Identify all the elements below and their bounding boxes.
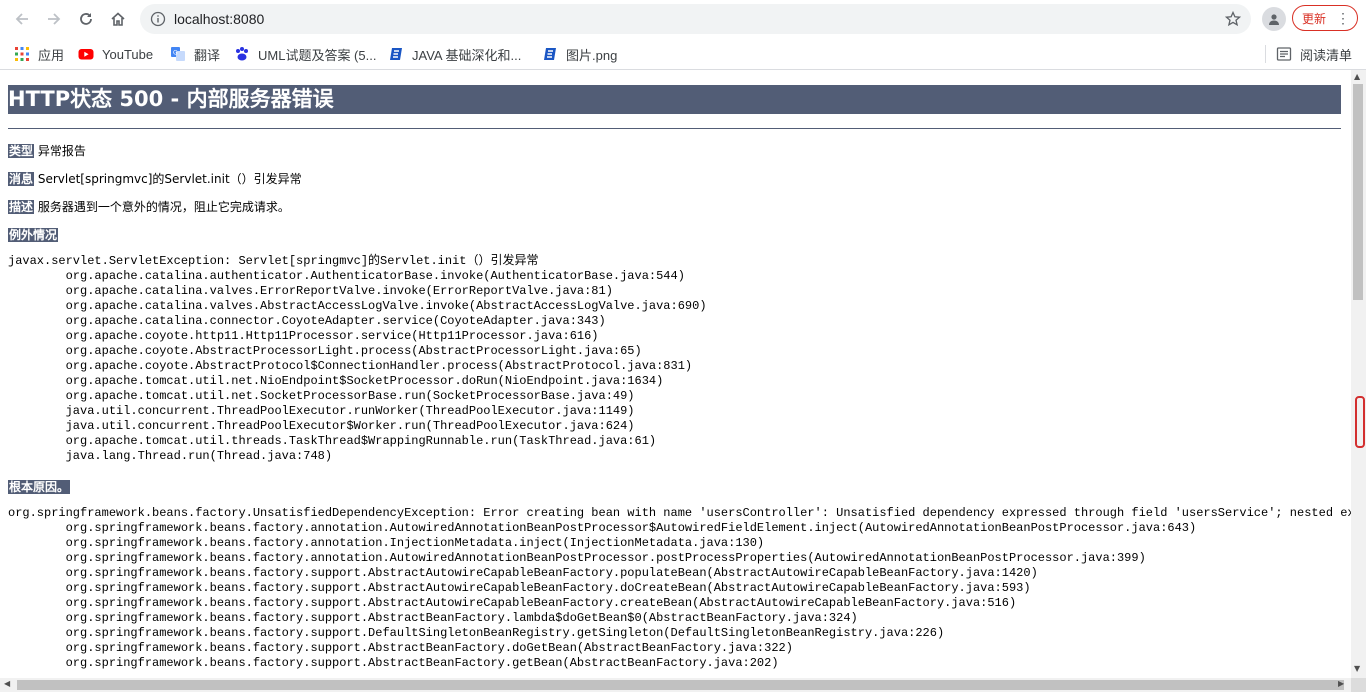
horizontal-scrollbar[interactable]: ◀ ▶ xyxy=(0,678,1351,692)
bookmark-label: UML试题及答案 (5... xyxy=(258,47,377,63)
divider xyxy=(1264,45,1266,63)
bookmark-label: JAVA 基础深化和... xyxy=(412,47,522,63)
exception-trace: javax.servlet.ServletException: Servlet[… xyxy=(8,254,707,463)
bookmark-star-icon[interactable] xyxy=(1225,11,1241,27)
bookmark-java[interactable]: JAVA 基础深化和... xyxy=(388,44,521,64)
exception-row: 例外情况 xyxy=(8,226,59,243)
description-value: 服务器遇到一个意外的情况，阻止它完成请求。 xyxy=(37,200,290,214)
root-cause-row: 根本原因。 xyxy=(8,478,71,495)
exception-label: 例外情况 xyxy=(8,228,59,242)
doc-e-icon xyxy=(390,48,402,60)
scroll-highlight-marker xyxy=(1355,396,1365,448)
reading-list[interactable]: 阅读清单 xyxy=(1264,44,1352,64)
address-bar[interactable]: localhost:8080 xyxy=(140,4,1251,34)
message-row: 消息 Servlet[springmvc]的Servlet.init（）引发异常 xyxy=(8,170,302,187)
root-cause-trace: org.springframework.beans.factory.Unsati… xyxy=(8,506,1351,670)
bookmark-label: YouTube xyxy=(102,46,154,62)
apps-grid-icon xyxy=(15,47,29,61)
update-button[interactable]: 更新 ⋮ xyxy=(1292,5,1358,31)
baidu-paw-icon xyxy=(236,47,248,61)
bookmarks-bar: 应用 YouTube G 翻译 UML试题及答案 (5... JAVA 基础深化… xyxy=(0,38,1366,70)
bookmark-uml[interactable]: UML试题及答案 (5... xyxy=(234,44,376,64)
type-label: 类型 xyxy=(8,144,35,158)
root-cause-label: 根本原因。 xyxy=(8,480,71,494)
reload-button[interactable] xyxy=(72,5,100,33)
scroll-right-icon[interactable]: ▶ xyxy=(1338,679,1344,688)
description-row: 描述 服务器遇到一个意外的情况，阻止它完成请求。 xyxy=(8,198,290,215)
arrow-right-icon xyxy=(48,13,61,25)
arrow-left-icon xyxy=(15,13,28,25)
bookmark-image[interactable]: 图片.png xyxy=(542,44,617,64)
bookmark-apps[interactable]: 应用 xyxy=(14,44,64,64)
bookmark-label: 翻译 xyxy=(194,47,221,63)
scroll-up-icon[interactable]: ▲ xyxy=(1354,72,1360,81)
vertical-scrollbar[interactable]: ▲ ▼ xyxy=(1351,70,1366,678)
reload-icon xyxy=(80,13,92,25)
forward-button[interactable] xyxy=(40,5,68,33)
svg-text:G: G xyxy=(173,50,178,57)
reading-list-label: 阅读清单 xyxy=(1299,47,1352,63)
type-value: 异常报告 xyxy=(37,144,86,158)
profile-avatar[interactable] xyxy=(1262,7,1286,31)
address-url[interactable]: localhost:8080 xyxy=(174,11,264,27)
browser-toolbar: localhost:8080 更新 ⋮ xyxy=(0,0,1366,38)
home-icon xyxy=(111,12,125,26)
doc-e-icon xyxy=(544,48,556,60)
scroll-down-icon[interactable]: ▼ xyxy=(1354,664,1360,673)
more-menu-icon[interactable]: ⋮ xyxy=(1336,10,1350,27)
description-label: 描述 xyxy=(8,200,35,214)
bookmark-label: 图片.png xyxy=(566,47,618,63)
back-button[interactable] xyxy=(8,5,36,33)
page-title: HTTP状态 500 - 内部服务器错误 xyxy=(8,85,1341,114)
bookmark-youtube[interactable]: YouTube xyxy=(78,44,153,64)
message-value: Servlet[springmvc]的Servlet.init（）引发异常 xyxy=(37,172,302,186)
type-row: 类型 异常报告 xyxy=(8,142,86,159)
translate-icon: G xyxy=(171,47,185,61)
scrollbar-corner xyxy=(1351,678,1366,692)
youtube-icon xyxy=(78,49,94,60)
page-viewport[interactable]: HTTP状态 500 - 内部服务器错误 类型 异常报告 消息 Servlet[… xyxy=(0,70,1351,678)
bookmark-translate[interactable]: G 翻译 xyxy=(170,44,220,64)
update-label: 更新 xyxy=(1302,11,1327,26)
person-icon xyxy=(1269,14,1279,25)
message-label: 消息 xyxy=(8,172,35,186)
vertical-scroll-thumb[interactable] xyxy=(1353,84,1363,300)
horizontal-scroll-thumb[interactable] xyxy=(17,680,1344,690)
reading-list-icon xyxy=(1276,47,1292,61)
info-icon[interactable] xyxy=(150,11,166,27)
divider xyxy=(8,128,1341,129)
scroll-left-icon[interactable]: ◀ xyxy=(4,679,10,688)
bookmark-label: 应用 xyxy=(38,47,65,63)
home-button[interactable] xyxy=(104,5,132,33)
